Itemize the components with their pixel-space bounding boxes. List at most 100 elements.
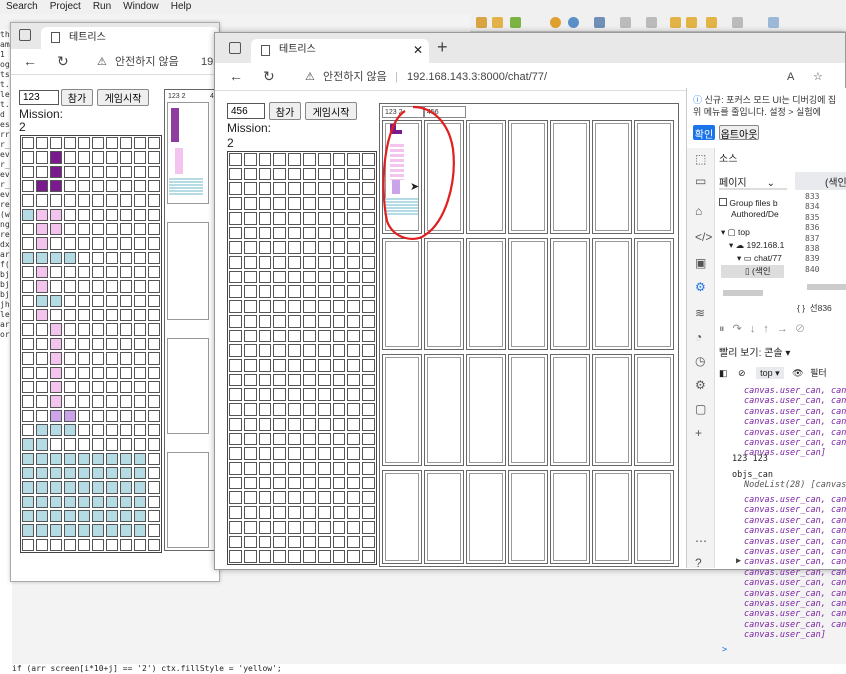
tree-host[interactable]: ▾ ☁ 192.168.1 xyxy=(721,239,784,252)
confirm-button[interactable]: 확인 xyxy=(693,125,715,141)
reload-button[interactable]: ↻ xyxy=(263,68,275,84)
debugger-controls[interactable]: ⏸↷↓↑→⊘ xyxy=(719,322,846,340)
more-tools-icon[interactable]: ⋯ xyxy=(695,534,707,548)
next-edit-icon[interactable] xyxy=(732,17,743,28)
tree-folder[interactable]: ▾ ▭ chat/77 xyxy=(721,252,784,265)
board-cell xyxy=(332,432,346,446)
board-cell xyxy=(347,447,361,460)
globe-icon[interactable] xyxy=(568,17,579,28)
board-cell xyxy=(258,506,272,519)
board-cell xyxy=(134,223,146,236)
board-cell xyxy=(134,466,146,480)
board-cell xyxy=(50,251,62,265)
board-cell xyxy=(92,294,104,308)
console-icon[interactable]: ▣ xyxy=(695,256,706,270)
board-cell xyxy=(120,395,132,408)
group-files-option[interactable]: Group files b Authored/De xyxy=(719,198,799,220)
join-button[interactable]: 참가 xyxy=(61,89,93,106)
filter-input[interactable]: 필터 xyxy=(810,368,827,378)
forward-icon[interactable] xyxy=(686,17,697,28)
board-cell xyxy=(347,432,361,446)
open-icon[interactable] xyxy=(492,17,503,28)
prev-edit-icon[interactable] xyxy=(706,17,717,28)
add-tool-icon[interactable]: + xyxy=(695,426,702,440)
board-cell xyxy=(362,535,375,549)
board-cell xyxy=(362,417,375,431)
run-icon[interactable] xyxy=(510,17,521,28)
menu-run[interactable]: Run xyxy=(87,0,117,14)
board-cell xyxy=(288,314,301,328)
join-button[interactable]: 참가 xyxy=(269,102,301,120)
tab-tetris[interactable]: 테트리스 xyxy=(41,27,219,49)
board-cell xyxy=(120,438,132,451)
board-cell xyxy=(303,270,316,284)
clear-console-icon[interactable]: ⊘ xyxy=(738,368,746,378)
board-cell xyxy=(303,329,316,343)
board-cell xyxy=(22,165,34,179)
back-icon[interactable] xyxy=(670,17,681,28)
next-annotation-icon[interactable] xyxy=(646,17,657,28)
menu-help[interactable]: Help xyxy=(165,0,198,14)
application-icon[interactable]: ▢ xyxy=(695,402,706,416)
memory-icon[interactable]: ◷ xyxy=(695,354,705,368)
url-text[interactable]: 192.168.143.3:8000/chat/77/ xyxy=(407,69,547,85)
page-tab[interactable]: 페이지 ⌄ xyxy=(719,174,787,190)
elements-icon[interactable]: </> xyxy=(695,230,712,244)
inspect-icon[interactable]: ⬚ xyxy=(695,152,706,166)
board-cell xyxy=(288,359,301,372)
opponent-board xyxy=(592,238,632,350)
favorite-icon[interactable]: ☆ xyxy=(813,69,823,85)
sidebar-toggle-icon[interactable]: ◧ xyxy=(719,368,728,378)
close-tab-icon[interactable]: ✕ xyxy=(413,39,423,61)
board-cell xyxy=(243,314,257,328)
file-tab[interactable]: (색인 xyxy=(795,172,846,190)
board-cell xyxy=(347,491,361,505)
console-dropdown[interactable]: 콘솔 xyxy=(764,348,782,359)
board-cell xyxy=(50,237,62,250)
help-icon[interactable]: ? xyxy=(695,556,702,570)
board-cell xyxy=(148,380,160,394)
scrollbar[interactable] xyxy=(723,290,763,296)
performance-icon[interactable]: ◔ xyxy=(695,330,702,344)
reload-button[interactable]: ↻ xyxy=(57,53,69,69)
room-input[interactable] xyxy=(19,90,59,105)
annotation-icon[interactable] xyxy=(620,17,631,28)
scrollbar[interactable] xyxy=(807,284,846,290)
settings-icon[interactable]: ⚙ xyxy=(695,378,706,392)
board-cell xyxy=(92,251,104,265)
back-button[interactable]: ← xyxy=(23,53,37,69)
perspective-icon[interactable] xyxy=(768,17,779,28)
board-cell xyxy=(317,520,331,534)
eye-icon[interactable]: 👁 xyxy=(792,368,803,378)
welcome-icon[interactable]: ⌂ xyxy=(695,204,702,218)
security-label[interactable]: 안전하지 않음 xyxy=(115,54,179,70)
tree-top[interactable]: ▾ ▢ top xyxy=(721,226,784,239)
debug-icon[interactable] xyxy=(550,17,561,28)
network-icon[interactable]: ≋ xyxy=(695,306,705,320)
sources-icon[interactable]: ⚙ xyxy=(695,280,706,294)
board-cell xyxy=(332,226,346,240)
back-button[interactable]: ← xyxy=(229,68,243,84)
search-icon[interactable] xyxy=(594,17,605,28)
opponent-board xyxy=(592,354,632,466)
optout-button[interactable]: 옵트아웃 xyxy=(719,125,759,141)
folder-icon[interactable] xyxy=(476,17,487,28)
tab-tetris[interactable]: 테트리스 ✕ xyxy=(251,39,429,63)
tab-actions-icon[interactable] xyxy=(229,42,241,54)
tab-actions-icon[interactable] xyxy=(19,29,31,41)
device-icon[interactable]: ▭ xyxy=(695,174,706,188)
mission-value: 2 xyxy=(227,136,234,150)
context-selector[interactable]: top ▾ xyxy=(756,367,784,379)
start-game-button[interactable]: 게임시작 xyxy=(97,89,149,106)
new-tab-button[interactable]: + xyxy=(437,37,448,58)
tree-file[interactable]: ▯ (색인 xyxy=(721,265,785,278)
read-aloud-icon[interactable]: A xyxy=(787,69,794,85)
room-input[interactable] xyxy=(227,103,265,119)
security-label[interactable]: 안전하지 않음 xyxy=(323,69,387,85)
menu-search[interactable]: Search xyxy=(0,0,44,14)
menu-window[interactable]: Window xyxy=(117,0,165,14)
start-game-button[interactable]: 게임시작 xyxy=(305,102,357,120)
menu-project[interactable]: Project xyxy=(44,0,87,14)
board-cell xyxy=(362,476,375,490)
board-cell xyxy=(258,300,272,313)
